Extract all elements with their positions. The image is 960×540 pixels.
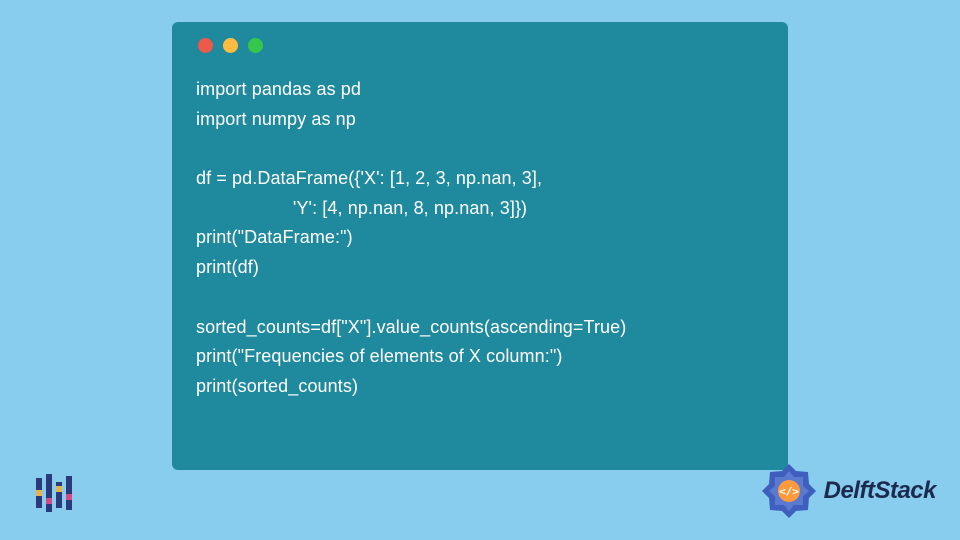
secondary-logo (32, 472, 74, 514)
brand-badge-icon: </> (760, 462, 818, 520)
minimize-icon[interactable] (223, 38, 238, 53)
svg-text:</>: </> (779, 485, 799, 498)
brand-logo: </> DelftStack (760, 462, 936, 520)
code-window: import pandas as pd import numpy as np d… (172, 22, 788, 470)
maximize-icon[interactable] (248, 38, 263, 53)
window-controls (198, 38, 764, 53)
close-icon[interactable] (198, 38, 213, 53)
code-block: import pandas as pd import numpy as np d… (196, 75, 764, 402)
brand-name: DelftStack (824, 477, 936, 505)
